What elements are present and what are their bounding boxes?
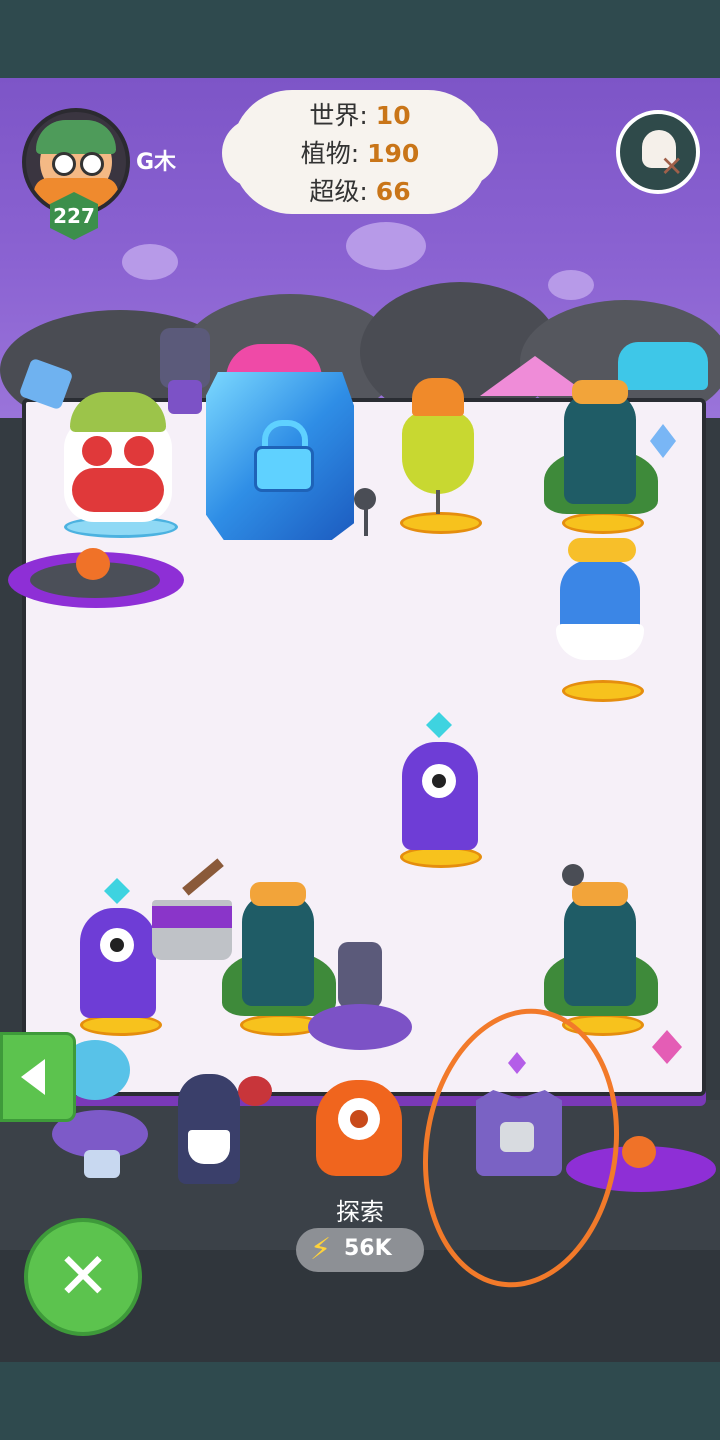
gold-pad: [400, 512, 482, 534]
top-border: [0, 0, 720, 78]
purple-paint: [152, 906, 232, 928]
teal-cactus-plant[interactable]: [564, 894, 636, 1006]
plants-value: 190: [367, 139, 420, 168]
explore-cost: 56K: [344, 1236, 392, 1261]
red-mouth: [72, 468, 164, 512]
locked-ice-block[interactable]: [206, 372, 354, 540]
bottom-border: [0, 1362, 720, 1440]
super-value: 66: [375, 177, 411, 206]
gold-pad: [562, 512, 644, 534]
close-button[interactable]: ✕: [24, 1218, 142, 1336]
avatar-eye: [52, 152, 76, 176]
plant-leaves: [70, 392, 166, 432]
yellow-pear-plant[interactable]: [402, 412, 474, 494]
small-cloud: [346, 222, 426, 270]
plants-stat: 植物: 190: [232, 134, 488, 170]
cross-mark-icon: ✕: [660, 150, 684, 183]
back-tab-button[interactable]: [0, 1032, 76, 1122]
cactus-flower: [250, 882, 306, 906]
mushroom-stem: [84, 1150, 120, 1178]
close-icon: ✕: [56, 1240, 110, 1314]
teal-cactus-plant[interactable]: [242, 894, 314, 1006]
super-label: 超级:: [309, 177, 368, 206]
cyan-goo: [618, 342, 708, 390]
small-cloud: [548, 270, 594, 300]
small-cloud: [122, 244, 178, 280]
plant-eye: [82, 436, 112, 466]
plant-eye: [124, 436, 154, 466]
tree-trunk: [364, 506, 368, 536]
pipe: [338, 942, 382, 1008]
avatar-hat: [36, 120, 116, 154]
stats-cloud: 世界: 10 植物: 190 超级: 66: [232, 90, 488, 214]
gold-pad: [562, 680, 644, 702]
white-tub: [556, 624, 644, 660]
lightning-icon: ⚡: [310, 1232, 332, 1267]
maid-monster[interactable]: [178, 1074, 240, 1184]
pipe-goo: [168, 380, 202, 414]
avatar-eye: [80, 152, 104, 176]
lock-icon: [254, 446, 314, 492]
plant-stem: [436, 490, 440, 514]
pipe-goo: [308, 1004, 412, 1050]
level-number: 227: [53, 204, 95, 228]
plants-label: 植物:: [300, 139, 360, 168]
plant-pupil: [110, 938, 124, 952]
world-label: 世界:: [309, 101, 368, 130]
pipe: [160, 328, 210, 388]
left-arrow-icon: [21, 1059, 45, 1095]
maid-apron: [188, 1130, 230, 1164]
cactus-flower: [572, 882, 628, 906]
player-name: G木: [136, 150, 177, 175]
world-stat: 世界: 10: [232, 96, 488, 132]
plant-crown: [412, 378, 464, 416]
monster-pupil: [350, 1110, 368, 1128]
orange-eye-creature[interactable]: [76, 548, 110, 580]
super-stat: 超级: 66: [232, 172, 488, 208]
explore-label: 探索: [336, 1198, 384, 1226]
skull-button[interactable]: ✕: [616, 110, 700, 194]
teal-cactus-plant[interactable]: [564, 392, 636, 504]
cactus-flower: [572, 380, 628, 404]
flower-bouquet: [238, 1076, 272, 1106]
orange-eye-creature[interactable]: [622, 1136, 656, 1168]
orange-sprouts: [568, 538, 636, 562]
plant-pupil: [432, 774, 446, 788]
world-value: 10: [375, 101, 411, 130]
explore-cost-button[interactable]: ⚡ 56K: [296, 1228, 424, 1272]
small-tree: [562, 864, 584, 886]
purple-eye-plant[interactable]: [80, 908, 156, 1018]
